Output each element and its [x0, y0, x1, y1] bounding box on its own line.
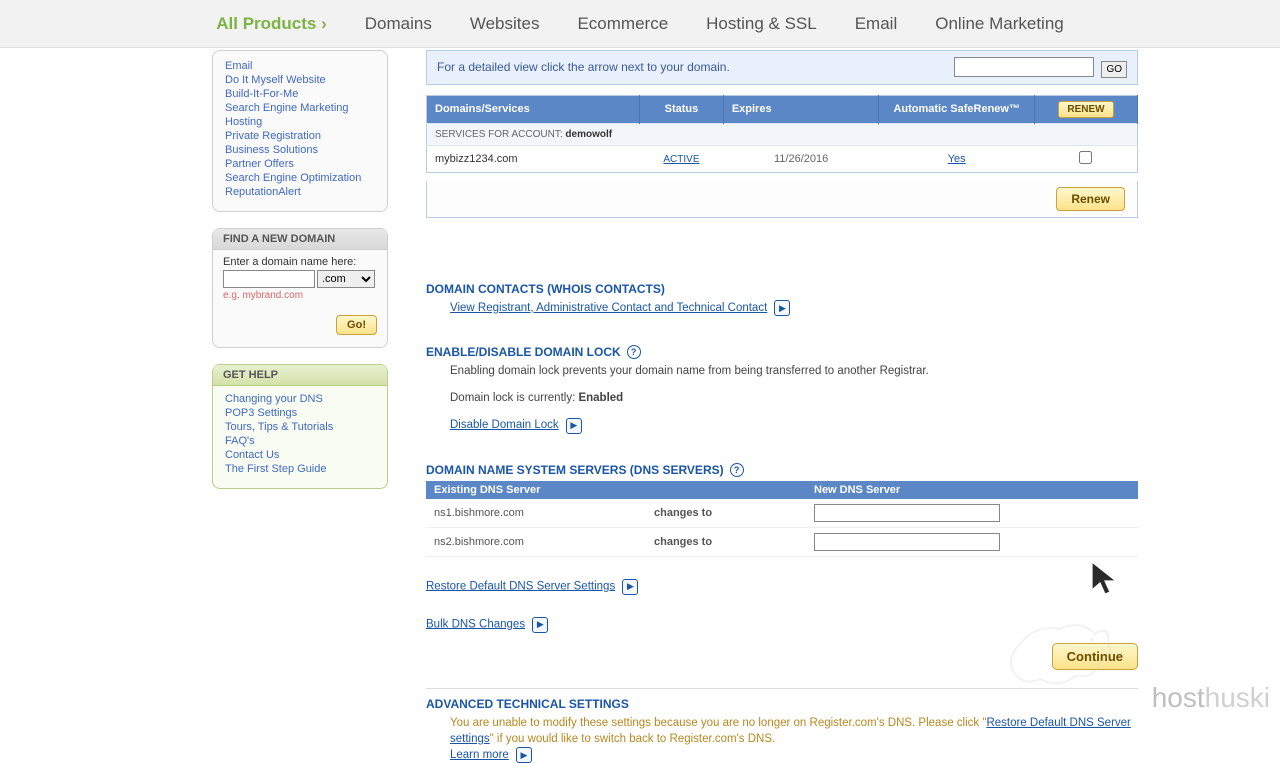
help-icon[interactable]: ?	[730, 463, 744, 477]
help-link-faqs[interactable]: FAQ's	[225, 435, 255, 447]
domains-table: Domains/Services Status Expires Automati…	[426, 95, 1138, 173]
restore-dns-link[interactable]: Restore Default DNS Server Settings	[426, 580, 615, 592]
help-link-first-step[interactable]: The First Step Guide	[225, 463, 327, 475]
dns-existing-2: ns2.bishmore.com	[426, 527, 646, 556]
section-dns-title: DOMAIN NAME SYSTEM SERVERS (DNS SERVERS)…	[426, 463, 1138, 477]
help-link-contact[interactable]: Contact Us	[225, 449, 279, 461]
help-icon[interactable]: ?	[627, 345, 641, 359]
find-domain-title: FIND A NEW DOMAIN	[213, 229, 387, 250]
section-domain-contacts-title: DOMAIN CONTACTS (WHOIS CONTACTS)	[426, 282, 1138, 296]
help-link-tours[interactable]: Tours, Tips & Tutorials	[225, 421, 333, 433]
help-link-dns[interactable]: Changing your DNS	[225, 393, 323, 405]
cell-saferenew-link[interactable]: Yes	[948, 153, 966, 165]
arrow-icon[interactable]: ▶	[532, 617, 548, 633]
dns-row: ns1.bishmore.com changes to	[426, 499, 1138, 528]
dns-new-input-1[interactable]	[814, 504, 1000, 522]
col-saferenew: Automatic SafeRenew™	[879, 95, 1035, 123]
sidebar-link-private-reg[interactable]: Private Registration	[225, 130, 321, 142]
cell-domain: mybizz1234.com	[427, 145, 640, 172]
col-renew: RENEW	[1035, 95, 1138, 123]
dns-existing-1: ns1.bishmore.com	[426, 499, 646, 528]
dns-changes-to: changes to	[646, 499, 806, 528]
arrow-icon[interactable]: ▶	[622, 579, 638, 595]
dns-changes-to: changes to	[646, 527, 806, 556]
nav-email[interactable]: Email	[855, 14, 898, 34]
nav-domains[interactable]: Domains	[365, 14, 432, 34]
domain-lock-current-value: Enabled	[578, 392, 623, 404]
nav-online-marketing[interactable]: Online Marketing	[935, 14, 1064, 34]
divider	[426, 688, 1138, 689]
view-contacts-link[interactable]: View Registrant, Administrative Contact …	[450, 302, 767, 314]
advanced-warning: You are unable to modify these settings …	[426, 715, 1138, 763]
col-domains-services: Domains/Services	[427, 95, 640, 123]
account-label: SERVICES FOR ACCOUNT:	[435, 129, 563, 140]
arrow-icon[interactable]: ▶	[774, 300, 790, 316]
disable-domain-lock-link[interactable]: Disable Domain Lock	[450, 419, 559, 431]
top-nav: All Products Domains Websites Ecommerce …	[0, 0, 1280, 48]
learn-more-link[interactable]: Learn more	[450, 749, 509, 761]
domain-lock-current-label: Domain lock is currently:	[450, 392, 575, 404]
dns-new-input-2[interactable]	[814, 533, 1000, 551]
section-advanced-title: ADVANCED TECHNICAL SETTINGS	[426, 697, 1138, 711]
dns-col-existing: Existing DNS Server	[426, 481, 646, 499]
domain-search-input[interactable]	[954, 57, 1094, 77]
sidebar-link-business-solutions[interactable]: Business Solutions	[225, 144, 318, 156]
dns-col-new: New DNS Server	[806, 481, 1138, 499]
help-link-pop3[interactable]: POP3 Settings	[225, 407, 297, 419]
renew-bar: Renew	[426, 181, 1138, 218]
account-row: SERVICES FOR ACCOUNT: demowolf	[427, 123, 1138, 145]
renew-checkbox[interactable]	[1079, 151, 1092, 164]
domain-search-hint: For a detailed view click the arrow next…	[437, 60, 730, 74]
sidebar-link-partner-offers[interactable]: Partner Offers	[225, 158, 294, 170]
cell-status-link[interactable]: ACTIVE	[663, 154, 699, 165]
renew-header-button[interactable]: RENEW	[1058, 101, 1113, 118]
col-expires: Expires	[723, 95, 879, 123]
sidebar-link-hosting[interactable]: Hosting	[225, 116, 262, 128]
domain-lock-desc: Enabling domain lock prevents your domai…	[450, 363, 1138, 380]
find-domain-label: Enter a domain name here:	[213, 256, 387, 268]
find-domain-box: FIND A NEW DOMAIN Enter a domain name he…	[212, 228, 388, 348]
sidebar-link-reputation-alert[interactable]: ReputationAlert	[225, 186, 301, 198]
sidebar-link-seo[interactable]: Search Engine Optimization	[225, 172, 361, 184]
arrow-icon[interactable]: ▶	[516, 747, 532, 763]
nav-websites[interactable]: Websites	[470, 14, 540, 34]
account-name: demowolf	[565, 129, 612, 140]
sidebar-link-build-it[interactable]: Build-It-For-Me	[225, 88, 298, 100]
domain-row: mybizz1234.com ACTIVE 11/26/2016 Yes	[427, 145, 1138, 172]
col-status: Status	[640, 95, 724, 123]
find-domain-tld-select[interactable]: .com	[317, 270, 375, 288]
section-domain-lock-title: ENABLE/DISABLE DOMAIN LOCK ?	[426, 345, 1138, 359]
dns-table: Existing DNS Server New DNS Server ns1.b…	[426, 481, 1138, 557]
sidebar-link-sem[interactable]: Search Engine Marketing	[225, 102, 349, 114]
sidebar-link-diy-website[interactable]: Do It Myself Website	[225, 74, 326, 86]
cell-expires: 11/26/2016	[723, 145, 879, 172]
domain-search-bar: For a detailed view click the arrow next…	[426, 50, 1138, 85]
nav-hosting-ssl[interactable]: Hosting & SSL	[706, 14, 817, 34]
continue-button[interactable]: Continue	[1052, 643, 1138, 670]
find-domain-example: e.g. mybrand.com	[213, 288, 387, 301]
sidebar-link-email[interactable]: Email	[225, 60, 253, 72]
get-help-box: GET HELP Changing your DNS POP3 Settings…	[212, 364, 388, 489]
nav-all-products[interactable]: All Products	[216, 14, 327, 34]
domain-search-go-button[interactable]: GO	[1101, 61, 1127, 78]
arrow-icon[interactable]: ▶	[566, 418, 582, 434]
dns-row: ns2.bishmore.com changes to	[426, 527, 1138, 556]
nav-ecommerce[interactable]: Ecommerce	[577, 14, 668, 34]
sidebar-product-links: Email Do It Myself Website Build-It-For-…	[212, 50, 388, 212]
find-domain-go-button[interactable]: Go!	[336, 315, 377, 335]
find-domain-input[interactable]	[223, 270, 315, 288]
bulk-dns-link[interactable]: Bulk DNS Changes	[426, 618, 525, 630]
get-help-title: GET HELP	[213, 365, 387, 386]
renew-button[interactable]: Renew	[1056, 187, 1125, 211]
